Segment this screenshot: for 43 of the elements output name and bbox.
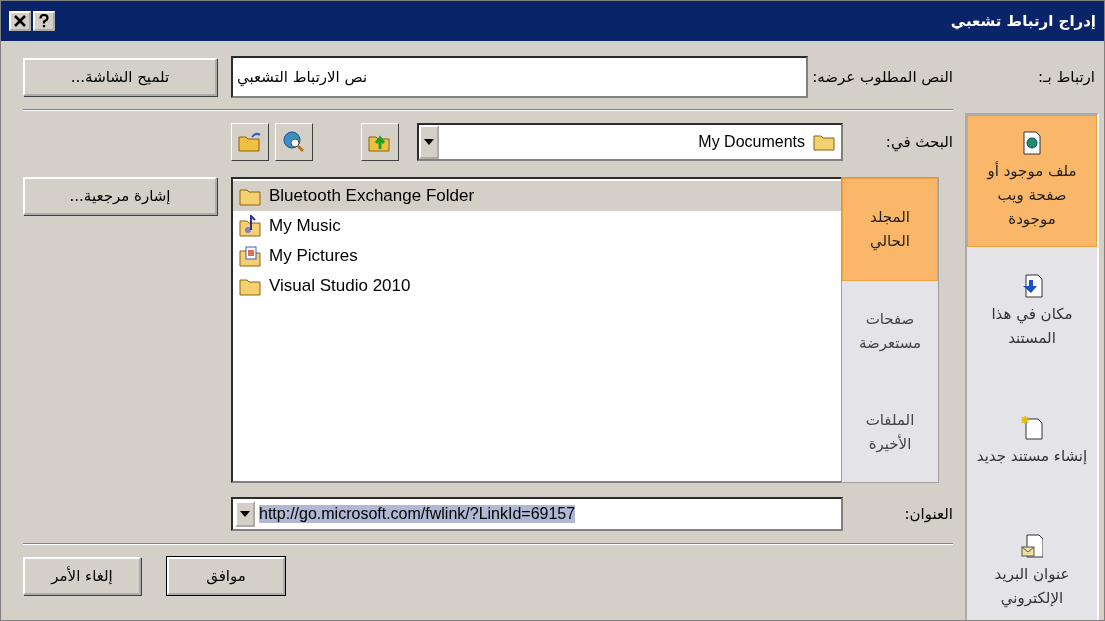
web-search-button[interactable] bbox=[275, 123, 313, 161]
document-envelope-icon bbox=[1021, 534, 1043, 558]
folder-button[interactable] bbox=[231, 123, 269, 161]
ok-button[interactable]: موافق bbox=[167, 557, 285, 595]
link-to-item[interactable]: إنشاء مستند جديد bbox=[967, 377, 1097, 507]
globe-search-icon bbox=[282, 130, 306, 154]
file-item[interactable]: My Music bbox=[233, 211, 841, 241]
document-globe-icon bbox=[1022, 131, 1042, 155]
link-to-item[interactable]: عنوان البريد الإلكتروني bbox=[967, 507, 1097, 620]
folder-icon bbox=[239, 276, 261, 296]
document-arrow-icon bbox=[1021, 274, 1043, 298]
places-item[interactable]: المجلد الحالي bbox=[842, 178, 938, 281]
window-title: إدراج ارتباط تشعبي bbox=[950, 12, 1096, 30]
address-label: العنوان: bbox=[903, 505, 953, 523]
help-icon bbox=[39, 14, 49, 28]
close-button[interactable] bbox=[9, 11, 31, 31]
look-in-dropdown[interactable]: My Documents bbox=[417, 123, 843, 161]
folder-icon bbox=[238, 131, 262, 153]
file-item[interactable]: Visual Studio 2010 bbox=[233, 271, 841, 301]
places-item[interactable]: الملفات الأخيرة bbox=[842, 381, 938, 482]
file-item[interactable]: My Pictures bbox=[233, 241, 841, 271]
help-button[interactable] bbox=[33, 11, 55, 31]
file-item[interactable]: Bluetooth Exchange Folder bbox=[233, 181, 841, 211]
close-icon bbox=[13, 14, 27, 28]
screentip-button[interactable]: تلميح الشاشة... bbox=[23, 58, 217, 96]
places-item[interactable]: صفحات مستعرضة bbox=[842, 280, 938, 382]
music-folder-icon bbox=[239, 215, 261, 237]
pictures-folder-icon bbox=[239, 245, 261, 267]
bookmark-button[interactable]: إشارة مرجعية... bbox=[23, 177, 217, 215]
folder-icon bbox=[813, 133, 835, 151]
display-text-field[interactable]: نص الارتباط التشعبي bbox=[231, 56, 809, 98]
dropdown-arrow-icon bbox=[424, 139, 434, 145]
display-text-label: النص المطلوب عرضه: bbox=[812, 68, 953, 86]
address-field[interactable]: http://go.microsoft.com/fwlink/?LinkId=69157 bbox=[231, 497, 843, 531]
dropdown-arrow-icon bbox=[240, 511, 250, 517]
new-document-icon bbox=[1021, 416, 1043, 440]
up-folder-button[interactable] bbox=[361, 123, 399, 161]
link-to-label: ارتباط بـ: bbox=[1037, 67, 1096, 88]
folder-icon bbox=[239, 186, 261, 206]
look-in-label: البحث في: bbox=[884, 133, 953, 151]
link-to-item[interactable]: مكان في هذا المستند bbox=[967, 247, 1097, 377]
link-to-item[interactable]: ملف موجود أو صفحة ويب موجودة bbox=[967, 115, 1097, 247]
cancel-button[interactable]: إلغاء الأمر bbox=[23, 557, 141, 595]
